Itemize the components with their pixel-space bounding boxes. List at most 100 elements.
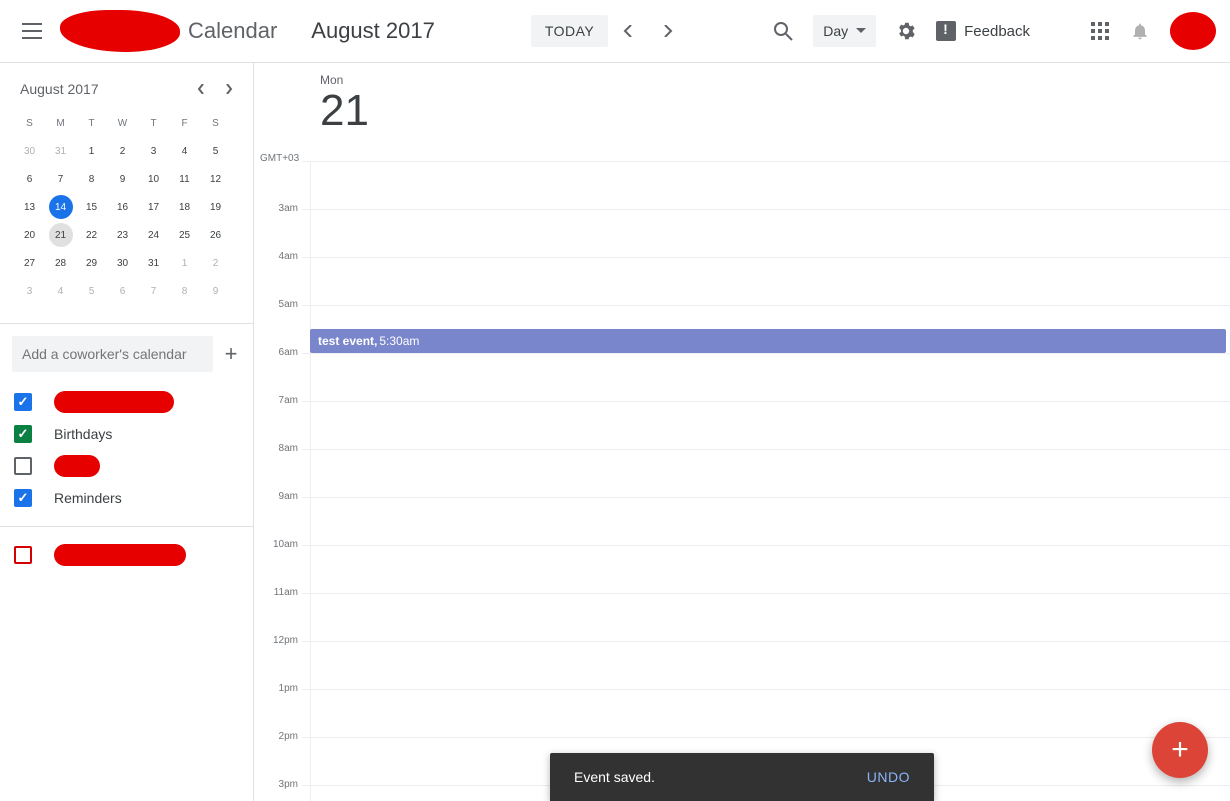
search-button[interactable] (763, 11, 803, 51)
mini-calendar-day[interactable]: 1 (169, 249, 200, 277)
calendar-event[interactable]: test event, 5:30am (310, 329, 1226, 353)
hour-label: 11am (254, 587, 302, 598)
apps-button[interactable] (1080, 11, 1120, 51)
mini-calendar-day[interactable]: 12 (200, 165, 231, 193)
mini-calendar-day[interactable]: 20 (14, 221, 45, 249)
mini-calendar: SMTWTFS303112345678910111213141516171819… (0, 109, 253, 319)
view-switcher[interactable]: Day (813, 15, 876, 47)
mini-calendar-day[interactable]: 30 (107, 249, 138, 277)
hour-label: 12pm (254, 635, 302, 646)
mini-calendar-day[interactable]: 22 (76, 221, 107, 249)
mini-calendar-day[interactable]: 25 (169, 221, 200, 249)
event-time: 5:30am (379, 334, 419, 348)
hour-label: 2pm (254, 731, 302, 742)
day-header: Mon 21 (254, 63, 1230, 134)
add-calendar-button[interactable]: + (221, 340, 241, 368)
calendar-name-label: Reminders (54, 490, 122, 506)
calendar-toggle-checkbox[interactable] (14, 425, 32, 443)
mini-calendar-day[interactable]: 6 (14, 165, 45, 193)
hour-gridline (302, 209, 1230, 210)
calendar-toggle-checkbox[interactable] (14, 457, 32, 475)
hour-label: 3pm (254, 779, 302, 790)
calendar-list-item (14, 539, 239, 571)
calendar-name-label: Birthdays (54, 426, 112, 442)
feedback-icon (936, 21, 956, 41)
next-period-button[interactable] (648, 11, 688, 51)
create-event-fab[interactable]: + (1152, 722, 1208, 778)
mini-calendar-day[interactable]: 6 (107, 277, 138, 305)
mini-calendar-day[interactable]: 28 (45, 249, 76, 277)
mini-calendar-day[interactable]: 23 (107, 221, 138, 249)
day-of-week-label: Mon (320, 73, 1230, 87)
calendar-name-redacted (54, 455, 100, 477)
mini-calendar-day[interactable]: 27 (14, 249, 45, 277)
calendar-list-item (14, 450, 239, 482)
mini-calendar-day[interactable]: 7 (45, 165, 76, 193)
hour-gridline (302, 689, 1230, 690)
mini-calendar-day[interactable]: 24 (138, 221, 169, 249)
calendar-toggle-checkbox[interactable] (14, 489, 32, 507)
today-button[interactable]: TODAY (531, 15, 608, 47)
calendar-toggle-checkbox[interactable] (14, 393, 32, 411)
chevron-down-icon (856, 28, 866, 34)
hour-label: 9am (254, 491, 302, 502)
mini-calendar-dow: T (76, 109, 107, 137)
mini-calendar-day[interactable]: 3 (14, 277, 45, 305)
mini-calendar-day[interactable]: 13 (14, 193, 45, 221)
mini-calendar-day[interactable]: 10 (138, 165, 169, 193)
mini-calendar-day[interactable]: 9 (200, 277, 231, 305)
mini-calendar-day[interactable]: 2 (200, 249, 231, 277)
mini-calendar-day[interactable]: 1 (76, 137, 107, 165)
mini-calendar-day[interactable]: 19 (200, 193, 231, 221)
mini-calendar-day[interactable]: 26 (200, 221, 231, 249)
hour-label: 1pm (254, 683, 302, 694)
main-calendar-area: Mon 21 GMT+03 3am4am5am6am7am8am9am10am1… (254, 63, 1230, 801)
hour-label: 7am (254, 395, 302, 406)
mini-calendar-day[interactable]: 30 (14, 137, 45, 165)
mini-calendar-day[interactable]: 18 (169, 193, 200, 221)
mini-calendar-day[interactable]: 2 (107, 137, 138, 165)
mini-calendar-day[interactable]: 8 (76, 165, 107, 193)
mini-calendar-next-button[interactable] (215, 75, 243, 103)
calendar-toggle-checkbox[interactable] (14, 546, 32, 564)
mini-calendar-day[interactable]: 9 (107, 165, 138, 193)
account-avatar[interactable] (1170, 12, 1216, 50)
view-switcher-label: Day (823, 23, 848, 39)
mini-calendar-day[interactable]: 5 (76, 277, 107, 305)
mini-calendar-day[interactable]: 14 (49, 195, 73, 219)
notifications-button[interactable] (1120, 11, 1160, 51)
mini-calendar-day[interactable]: 15 (76, 193, 107, 221)
my-calendars-list: Birthdays Reminders (0, 382, 253, 518)
calendar-list-item: Birthdays (14, 418, 239, 450)
mini-calendar-dow: S (200, 109, 231, 137)
mini-calendar-day[interactable]: 8 (169, 277, 200, 305)
mini-calendar-day[interactable]: 11 (169, 165, 200, 193)
mini-calendar-day[interactable]: 29 (76, 249, 107, 277)
settings-button[interactable] (886, 11, 926, 51)
hour-gridline (302, 737, 1230, 738)
hour-gridline (302, 641, 1230, 642)
mini-calendar-day[interactable]: 16 (107, 193, 138, 221)
hour-label: 6am (254, 347, 302, 358)
mini-calendar-dow: S (14, 109, 45, 137)
main-menu-button[interactable] (8, 7, 56, 55)
mini-calendar-day[interactable]: 4 (45, 277, 76, 305)
toast-undo-button[interactable]: UNDO (867, 769, 910, 785)
mini-calendar-day[interactable]: 7 (138, 277, 169, 305)
time-grid[interactable]: 3am4am5am6am7am8am9am10am11am12pm1pm2pm3… (254, 161, 1230, 801)
mini-calendar-prev-button[interactable] (187, 75, 215, 103)
calendar-list-item: Reminders (14, 482, 239, 514)
mini-calendar-day[interactable]: 4 (169, 137, 200, 165)
previous-period-button[interactable] (608, 11, 648, 51)
mini-calendar-day[interactable]: 21 (49, 223, 73, 247)
add-coworker-input[interactable] (12, 336, 213, 372)
mini-calendar-day[interactable]: 5 (200, 137, 231, 165)
mini-calendar-day[interactable]: 31 (45, 137, 76, 165)
mini-calendar-day[interactable]: 3 (138, 137, 169, 165)
feedback-button[interactable]: Feedback (926, 21, 1040, 41)
mini-calendar-day[interactable]: 31 (138, 249, 169, 277)
calendar-name-redacted (54, 391, 174, 413)
hour-gridline (302, 161, 1230, 162)
toast-snackbar: Event saved. UNDO (550, 753, 934, 801)
mini-calendar-day[interactable]: 17 (138, 193, 169, 221)
